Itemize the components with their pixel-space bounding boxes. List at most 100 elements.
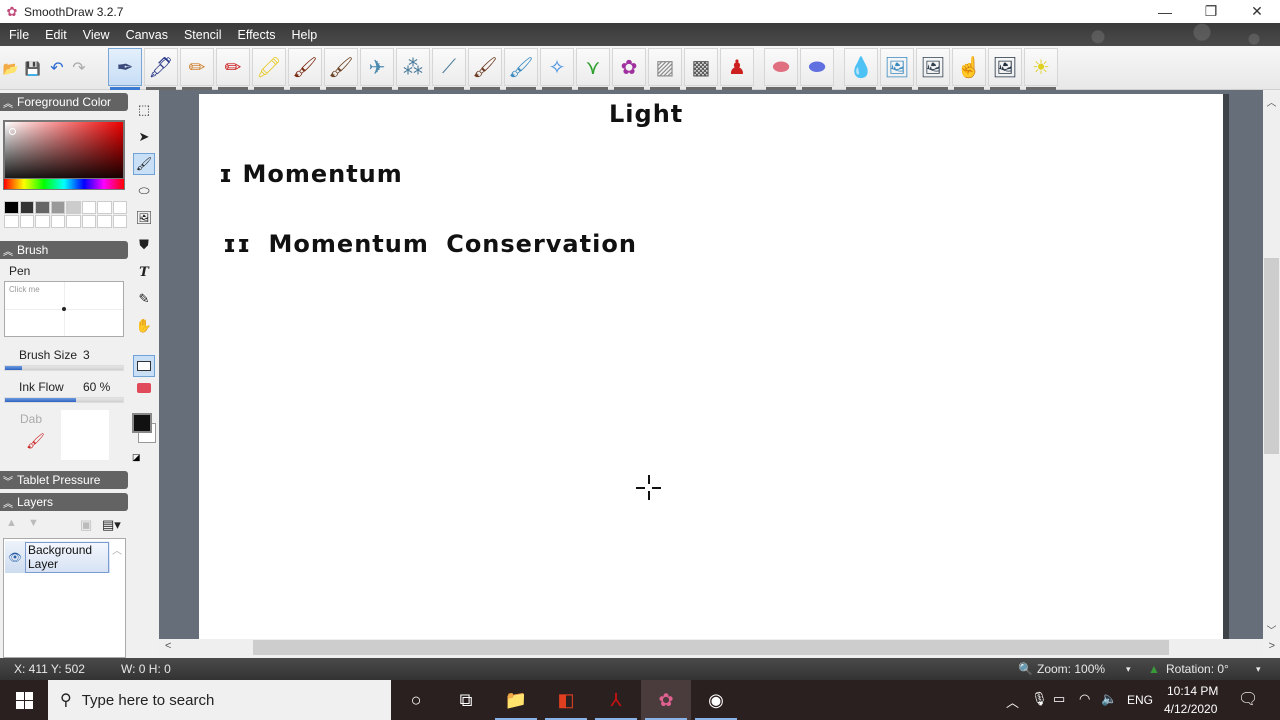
canvas-area[interactable]: Light ɪ Momentum ɪɪ Momentum Conservatio… bbox=[159, 90, 1263, 639]
swap-colors-icon[interactable]: ◪ bbox=[132, 452, 141, 463]
brush-wet-picture-button[interactable]: 🖼 bbox=[880, 48, 914, 90]
clock-date[interactable]: 4/12/2020 bbox=[1164, 702, 1217, 716]
brush-burn-picture-button[interactable]: 🖼 bbox=[988, 48, 1022, 90]
layer-up-icon[interactable]: ▲ bbox=[6, 517, 17, 529]
layer-name[interactable]: Background Layer bbox=[25, 541, 109, 573]
brush-pencil-button[interactable]: ✏ bbox=[180, 48, 214, 90]
text-tool-icon[interactable]: T bbox=[133, 261, 155, 283]
color-swatch[interactable] bbox=[112, 215, 127, 228]
layer-item[interactable]: 👁 Background Layer bbox=[5, 541, 110, 573]
vertical-scrollbar[interactable]: ︿ ﹀ bbox=[1263, 92, 1280, 639]
brush-hatch-button[interactable]: ▨ bbox=[648, 48, 682, 90]
notifications-icon[interactable]: 🗨 bbox=[1238, 689, 1258, 709]
brush-marker-button[interactable]: 🖌 bbox=[288, 48, 322, 90]
color-swatch[interactable] bbox=[81, 201, 96, 214]
rotation-value[interactable]: Rotation: 0° bbox=[1166, 662, 1229, 676]
brush-tool-icon[interactable]: 🖌 bbox=[133, 153, 155, 175]
horizontal-scroll-thumb[interactable] bbox=[253, 640, 1169, 655]
brush-stamp-button[interactable]: ♟ bbox=[720, 48, 754, 90]
brush-soft-eraser-button[interactable]: ⬬ bbox=[800, 48, 834, 90]
brush-lighten-picture-button[interactable]: ☀ bbox=[1024, 48, 1058, 90]
microphone-icon[interactable]: 🎙 bbox=[1031, 691, 1048, 707]
brush-ink-pen-button[interactable]: 🖋 bbox=[144, 48, 178, 90]
fill-icon[interactable]: ⛊ bbox=[133, 234, 155, 256]
eye-icon[interactable]: 👁 bbox=[5, 551, 25, 564]
zoom-dropdown-icon[interactable]: ▾ bbox=[1126, 664, 1131, 675]
color-swatch[interactable] bbox=[35, 215, 50, 228]
brush-eraser-button[interactable]: ⬬ bbox=[764, 48, 798, 90]
color-swatch[interactable] bbox=[50, 201, 65, 214]
scroll-up-icon[interactable]: ︿ bbox=[1263, 94, 1280, 109]
hue-slider[interactable] bbox=[3, 178, 125, 190]
brush-halftone-button[interactable]: ▩ bbox=[684, 48, 718, 90]
file-explorer-icon[interactable]: 📁 bbox=[491, 680, 541, 720]
volume-icon[interactable]: 🔈 bbox=[1101, 691, 1117, 707]
menu-canvas[interactable]: Canvas bbox=[119, 28, 175, 42]
scroll-up-icon[interactable]: ︿ bbox=[112, 542, 122, 557]
menu-edit[interactable]: Edit bbox=[38, 28, 74, 42]
dab-preview[interactable] bbox=[61, 410, 109, 460]
color-selector-handle[interactable] bbox=[9, 128, 16, 135]
cortana-icon[interactable]: ○ bbox=[391, 680, 441, 720]
brush-airbrush-button[interactable]: ✈ bbox=[360, 48, 394, 90]
eraser-tool-icon[interactable]: ⬭ bbox=[133, 180, 155, 202]
tablet-pressure-header[interactable]: ︾ Tablet Pressure bbox=[0, 471, 128, 489]
eyedropper-icon[interactable]: ✎ bbox=[133, 288, 155, 310]
brush-flowers-button[interactable]: ✿ bbox=[612, 48, 646, 90]
clock-time[interactable]: 10:14 PM bbox=[1167, 684, 1218, 698]
menu-file[interactable]: File bbox=[2, 28, 36, 42]
brush-watercolor-button[interactable]: 🖌 bbox=[504, 48, 538, 90]
brush-grass-button[interactable]: ⋎ bbox=[576, 48, 610, 90]
move-icon[interactable]: ➤ bbox=[133, 126, 155, 148]
restore-button[interactable]: ❐ bbox=[1188, 0, 1234, 23]
brush-blur-button[interactable]: ✧ bbox=[540, 48, 574, 90]
rotation-dropdown-icon[interactable]: ▾ bbox=[1256, 664, 1261, 675]
menu-help[interactable]: Help bbox=[284, 28, 324, 42]
hand-icon[interactable]: ✋ bbox=[133, 315, 155, 337]
select-rect-icon[interactable]: ⬚ bbox=[133, 99, 155, 121]
smoothdraw-icon[interactable]: ✿ bbox=[641, 680, 691, 720]
open-icon[interactable]: 📂 bbox=[2, 61, 20, 77]
brush-spray-button[interactable]: ⁂ bbox=[396, 48, 430, 90]
office-icon[interactable]: ◧ bbox=[541, 680, 591, 720]
layer-merge-icon[interactable]: ▣ bbox=[80, 517, 92, 533]
color-swatch[interactable] bbox=[66, 215, 81, 228]
brush-highlighter-button[interactable]: 🖍 bbox=[252, 48, 286, 90]
undo-icon[interactable]: ↶ bbox=[48, 61, 66, 77]
vertical-scroll-thumb[interactable] bbox=[1264, 258, 1279, 454]
menu-stencil[interactable]: Stencil bbox=[177, 28, 229, 42]
language-indicator[interactable]: ENG bbox=[1127, 693, 1153, 707]
color-swatch[interactable] bbox=[81, 215, 96, 228]
layer-down-icon[interactable]: ▼ bbox=[28, 517, 39, 529]
scroll-right-icon[interactable]: > bbox=[1269, 640, 1275, 652]
brush-header[interactable]: ︽ Brush bbox=[0, 241, 128, 259]
color-swatch[interactable] bbox=[50, 215, 65, 228]
color-swatch[interactable] bbox=[19, 201, 34, 214]
color-swatch[interactable] bbox=[97, 215, 112, 228]
brush-pen-button[interactable]: ✒ bbox=[108, 48, 142, 90]
wifi-icon[interactable]: ◠ bbox=[1079, 691, 1090, 707]
menu-view[interactable]: View bbox=[76, 28, 117, 42]
color-swatch[interactable] bbox=[66, 201, 81, 214]
obs-icon[interactable]: ◉ bbox=[691, 680, 741, 720]
menu-effects[interactable]: Effects bbox=[231, 28, 283, 42]
battery-icon[interactable]: ▭ bbox=[1053, 691, 1065, 707]
color-picker-field[interactable] bbox=[3, 120, 125, 186]
foreground-color-swatch[interactable] bbox=[132, 413, 152, 433]
taskbar-search[interactable]: ⚲ Type here to search bbox=[48, 680, 391, 720]
brush-oil-brush-button[interactable]: 🖌 bbox=[468, 48, 502, 90]
horizontal-scrollbar[interactable]: < > bbox=[159, 639, 1275, 656]
brush-water-spray-button[interactable]: ⟋ bbox=[432, 48, 466, 90]
color-swatch[interactable] bbox=[4, 201, 19, 214]
brush-water-drop-button[interactable]: 💧 bbox=[844, 48, 878, 90]
save-icon[interactable]: 💾 bbox=[24, 61, 42, 77]
brush-size-slider[interactable] bbox=[4, 365, 124, 371]
zoom-level[interactable]: Zoom: 100% bbox=[1037, 662, 1105, 676]
scroll-down-icon[interactable]: ﹀ bbox=[1263, 622, 1280, 637]
stencil-mask-icon[interactable] bbox=[133, 377, 155, 399]
brush-preview[interactable]: Click me bbox=[4, 281, 124, 337]
image-tool-icon[interactable]: 🖼 bbox=[133, 207, 155, 229]
close-button[interactable]: ✕ bbox=[1234, 0, 1280, 23]
start-button[interactable] bbox=[0, 680, 48, 720]
brush-darken-picture-button[interactable]: 🖼 bbox=[916, 48, 950, 90]
